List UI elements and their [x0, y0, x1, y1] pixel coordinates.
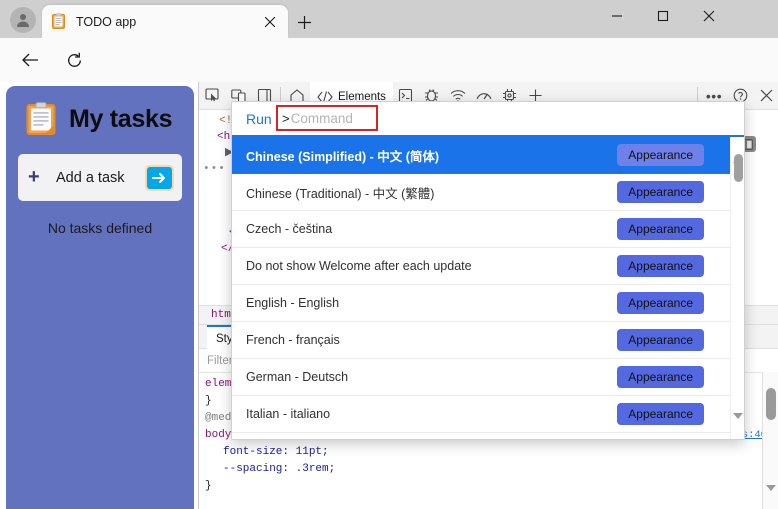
- minimize-icon: [612, 15, 622, 17]
- status-badge: Appearance: [617, 255, 704, 277]
- plus-icon: [297, 15, 311, 29]
- title-bar: TODO app: [0, 0, 778, 38]
- status-badge: Appearance: [617, 366, 704, 388]
- add-task-submit-button[interactable]: [147, 166, 172, 189]
- status-badge: Appearance: [617, 403, 704, 425]
- list-item[interactable]: French - français Appearance: [232, 322, 744, 359]
- list-item-label: Chinese (Traditional) - 中文 (繁體): [246, 186, 435, 201]
- command-prompt-caret: >: [282, 110, 290, 126]
- list-item[interactable]: Czech - čeština Appearance: [232, 211, 744, 248]
- css-line[interactable]: font-size: 11pt;: [205, 444, 778, 461]
- command-palette-list[interactable]: Chinese (Simplified) - 中文 (简体) Appearanc…: [232, 137, 744, 439]
- list-item-label: English - English: [246, 296, 340, 310]
- scroll-down-arrow-icon[interactable]: [733, 413, 743, 437]
- status-badge: Appearance: [617, 329, 704, 351]
- list-item[interactable]: Chinese (Simplified) - 中文 (简体) Appearanc…: [232, 137, 744, 174]
- status-badge: Appearance: [617, 292, 704, 314]
- web-page-content: My tasks + Add a task No tasks defined: [0, 82, 198, 509]
- filter-input[interactable]: Filter: [207, 355, 233, 367]
- reload-button[interactable]: [60, 47, 88, 73]
- arrow-right-icon: [152, 172, 165, 183]
- list-item-label: Czech - čeština: [246, 222, 333, 236]
- tab-title: TODO app: [76, 14, 137, 29]
- list-item-label: German - Deutsch: [246, 370, 349, 384]
- palette-scrollbar[interactable]: [730, 137, 744, 439]
- add-task-input[interactable]: + Add a task: [18, 154, 182, 201]
- tab-close-icon[interactable]: [260, 12, 280, 32]
- tab-favicon-clipboard-icon: [50, 13, 67, 30]
- profile-avatar[interactable]: [10, 7, 36, 33]
- css-line[interactable]: }: [205, 478, 778, 495]
- list-item-label: Italian - italiano: [246, 407, 331, 421]
- css-line[interactable]: --spacing: .3rem;: [205, 461, 778, 478]
- list-item-label: Chinese (Simplified) - 中文 (简体): [246, 149, 440, 164]
- list-item[interactable]: Chinese (Traditional) - 中文 (繁體) Appearan…: [232, 174, 744, 211]
- browser-toolbar: https://microsoftedge.github.io/Demos/de…: [0, 38, 778, 112]
- styles-scrollbar[interactable]: [762, 372, 778, 509]
- scrollbar-thumb[interactable]: [766, 388, 776, 420]
- command-input[interactable]: Command: [291, 111, 353, 126]
- window-maximize-button[interactable]: [640, 0, 686, 32]
- status-badge: Appearance: [617, 181, 704, 203]
- list-item[interactable]: German - Deutsch Appearance: [232, 359, 744, 396]
- add-task-placeholder: Add a task: [56, 169, 125, 186]
- inspect-element-icon[interactable]: [199, 83, 225, 109]
- page-title: My tasks: [69, 104, 173, 133]
- todo-header: My tasks: [6, 86, 194, 136]
- arrow-left-icon: [22, 53, 38, 67]
- list-item-label: French - français: [246, 333, 340, 347]
- scrollbar-thumb[interactable]: [734, 154, 743, 182]
- maximize-icon: [657, 10, 669, 22]
- close-icon: [703, 10, 715, 22]
- command-palette[interactable]: Run > Command Chinese (Simplified) - 中文 …: [231, 101, 745, 440]
- new-tab-button[interactable]: [290, 9, 318, 35]
- status-badge: Appearance: [617, 218, 704, 240]
- list-item-label: Do not show Welcome after each update: [246, 259, 472, 273]
- window-minimize-button[interactable]: [594, 0, 640, 32]
- close-icon: [760, 89, 772, 102]
- scroll-down-arrow-icon[interactable]: [766, 485, 776, 508]
- plus-icon: +: [28, 166, 40, 188]
- reload-icon: [67, 52, 81, 67]
- window-close-button[interactable]: [686, 0, 732, 32]
- palette-run-label: Run: [246, 110, 272, 127]
- list-item[interactable]: Do not show Welcome after each update Ap…: [232, 248, 744, 285]
- command-palette-input-row: Run > Command: [232, 102, 744, 137]
- browser-window: TODO app My tasks + Add a task No tasks …: [0, 0, 778, 509]
- browser-tab-todo-app[interactable]: TODO app: [42, 5, 288, 38]
- list-item[interactable]: English - English Appearance: [232, 285, 744, 322]
- person-icon: [17, 14, 29, 27]
- back-button[interactable]: [16, 47, 44, 73]
- status-badge: Appearance: [617, 144, 704, 166]
- command-input-highlight[interactable]: > Command: [276, 105, 378, 131]
- empty-state-text: No tasks defined: [47, 220, 153, 236]
- list-item[interactable]: Italian - italiano Appearance: [232, 396, 744, 433]
- clipboard-icon: [26, 102, 56, 136]
- todo-app-card: My tasks + Add a task No tasks defined: [6, 86, 194, 509]
- devtools-close-button[interactable]: [753, 83, 778, 109]
- scroll-up-arrow-icon[interactable]: [766, 376, 776, 399]
